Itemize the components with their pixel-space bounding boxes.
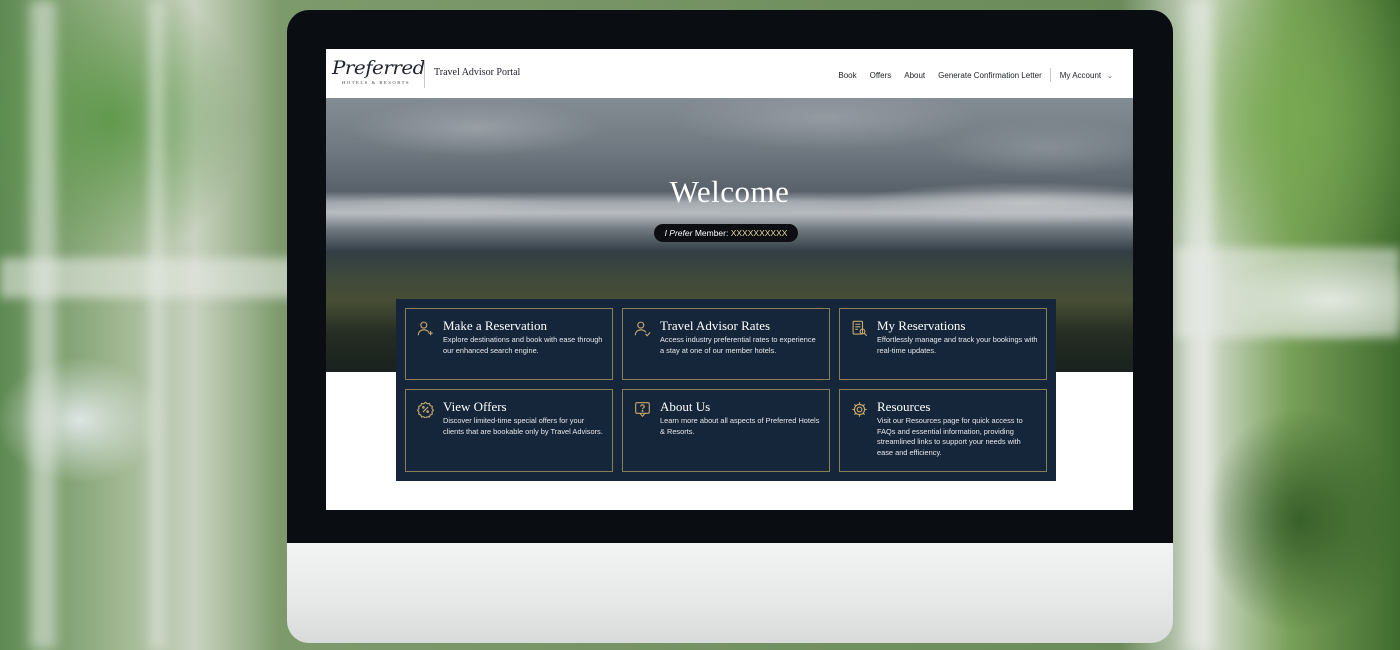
card-title: My Reservations	[877, 318, 966, 333]
quick-links-panel: Make a Reservation Explore destinations …	[396, 299, 1056, 481]
gear-icon	[852, 402, 867, 417]
card-description: Visit our Resources page for quick acces…	[877, 416, 1023, 457]
nav-my-account[interactable]: My Account ⌄	[1060, 71, 1113, 80]
header-divider	[424, 60, 425, 88]
card-title: Travel Advisor Rates	[660, 318, 771, 333]
background-window-rail-right	[1175, 248, 1400, 338]
nav-about[interactable]: About	[904, 71, 925, 80]
chevron-down-icon: ⌄	[1107, 72, 1113, 80]
my-account-label: My Account	[1059, 70, 1102, 80]
card-description: Discover limited-time special offers for…	[443, 416, 603, 436]
user-rates-icon	[634, 321, 651, 337]
card-title: About Us	[660, 399, 711, 414]
background-window-rail	[0, 258, 300, 298]
question-bubble-icon	[635, 402, 650, 418]
card-title: Resources	[877, 399, 931, 414]
background-window-post-left	[30, 0, 56, 650]
quick-links-grid: Make a Reservation Explore destinations …	[405, 308, 1047, 472]
card-title: View Offers	[443, 399, 507, 414]
card-description: Access industry preferential rates to ex…	[660, 335, 816, 355]
logo-script-text: Preferred	[332, 57, 425, 79]
card-make-a-reservation[interactable]: Make a Reservation Explore destinations …	[405, 308, 613, 380]
member-number: XXXXXXXXXX	[730, 228, 788, 238]
user-add-icon	[417, 321, 433, 336]
screen: Preferred HOTELS & RESORTS Travel Adviso…	[326, 49, 1133, 510]
preferred-logo[interactable]: Preferred HOTELS & RESORTS	[332, 57, 425, 91]
card-resources[interactable]: Resources Visit our Resources page for q…	[839, 389, 1047, 472]
document-search-icon	[852, 320, 868, 337]
site-header: Preferred HOTELS & RESORTS Travel Adviso…	[326, 49, 1133, 98]
card-description: Explore destinations and book with ease …	[443, 335, 603, 355]
monitor-chin	[287, 543, 1173, 643]
logo-subtitle: HOTELS & RESORTS	[342, 80, 411, 85]
nav-separator	[1049, 68, 1051, 82]
member-label: Member:	[692, 228, 731, 238]
nav-generate-confirmation-letter[interactable]: Generate Confirmation Letter	[938, 71, 1042, 80]
main-nav: Book Offers About Generate Confirmation …	[825, 68, 1113, 82]
discount-badge-icon	[417, 401, 434, 418]
portal-title: Travel Advisor Portal	[434, 67, 521, 78]
nav-book[interactable]: Book	[838, 71, 856, 80]
card-view-offers[interactable]: View Offers Discover limited-time specia…	[405, 389, 613, 472]
card-about-us[interactable]: About Us Learn more about all aspects of…	[622, 389, 830, 472]
member-prefix: I Prefer	[664, 228, 693, 238]
card-description: Learn more about all aspects of Preferre…	[660, 416, 820, 436]
background-window-post-left-2	[150, 0, 164, 650]
member-badge: I Prefer Member: XXXXXXXXXX	[654, 224, 798, 242]
card-travel-advisor-rates[interactable]: Travel Advisor Rates Access industry pre…	[622, 308, 830, 380]
card-my-reservations[interactable]: My Reservations Effortlessly manage and …	[839, 308, 1047, 380]
nav-offers[interactable]: Offers	[870, 71, 892, 80]
card-title: Make a Reservation	[443, 318, 547, 333]
welcome-heading: Welcome	[669, 174, 790, 209]
card-description: Effortlessly manage and track your booki…	[877, 335, 1038, 355]
